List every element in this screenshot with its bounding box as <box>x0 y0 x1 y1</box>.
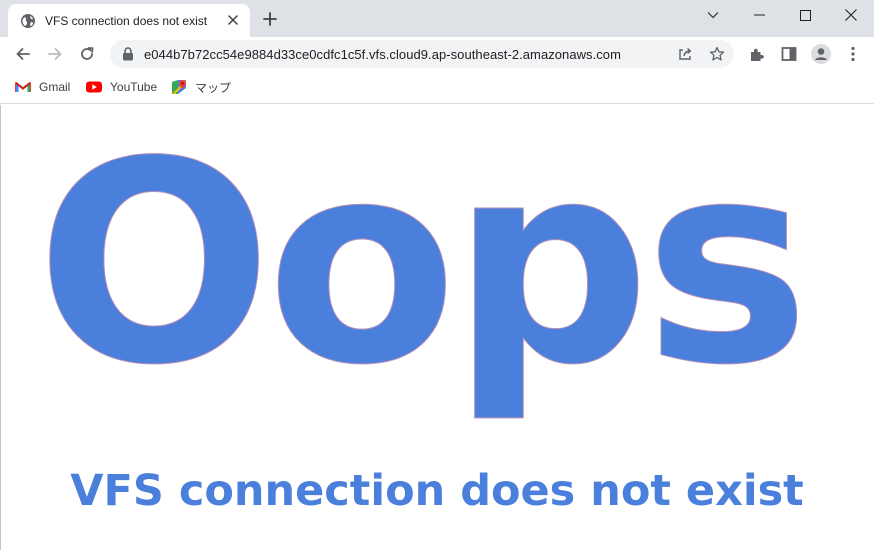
page-content: Oops VFS connection does not exist <box>0 102 874 550</box>
bookmark-maps[interactable]: マップ <box>171 79 231 95</box>
gmail-icon <box>15 79 31 95</box>
star-icon[interactable] <box>707 44 727 64</box>
bookmark-gmail[interactable]: Gmail <box>15 79 70 95</box>
profile-avatar-icon[interactable] <box>809 42 833 66</box>
bookmark-label: Gmail <box>39 80 71 94</box>
chevron-down-icon[interactable] <box>690 0 736 30</box>
close-icon[interactable] <box>828 0 874 30</box>
error-message: VFS connection does not exist <box>70 466 804 516</box>
browser-tab[interactable]: VFS connection does not exist <box>8 4 250 37</box>
plus-icon[interactable] <box>259 8 281 30</box>
reload-icon[interactable] <box>73 40 101 68</box>
maps-icon <box>171 79 187 95</box>
error-heading: Oops <box>36 102 811 427</box>
forward-icon[interactable] <box>41 40 69 68</box>
url-text[interactable]: e044b7b72cc54e9884d33ce0cdfc1c5f.vfs.clo… <box>144 47 621 62</box>
share-icon[interactable] <box>675 44 695 64</box>
address-bar[interactable]: e044b7b72cc54e9884d33ce0cdfc1c5f.vfs.clo… <box>110 40 734 68</box>
tab-close-icon[interactable] <box>225 12 241 28</box>
tab-strip: VFS connection does not exist <box>0 0 874 37</box>
side-panel-icon[interactable] <box>777 42 801 66</box>
menu-icon[interactable] <box>841 42 865 66</box>
bookmark-label: マップ <box>195 80 232 95</box>
minimize-icon[interactable] <box>736 0 782 30</box>
tab-title: VFS connection does not exist <box>45 13 208 28</box>
globe-icon <box>20 13 36 29</box>
extensions-icon[interactable] <box>745 42 769 66</box>
maximize-icon[interactable] <box>782 0 828 30</box>
bookmark-label: YouTube <box>110 80 158 94</box>
browser-toolbar: e044b7b72cc54e9884d33ce0cdfc1c5f.vfs.clo… <box>0 37 874 71</box>
bookmark-youtube[interactable]: YouTube <box>86 79 157 95</box>
back-icon[interactable] <box>9 40 37 68</box>
youtube-icon <box>86 79 102 95</box>
lock-icon[interactable] <box>120 46 136 62</box>
